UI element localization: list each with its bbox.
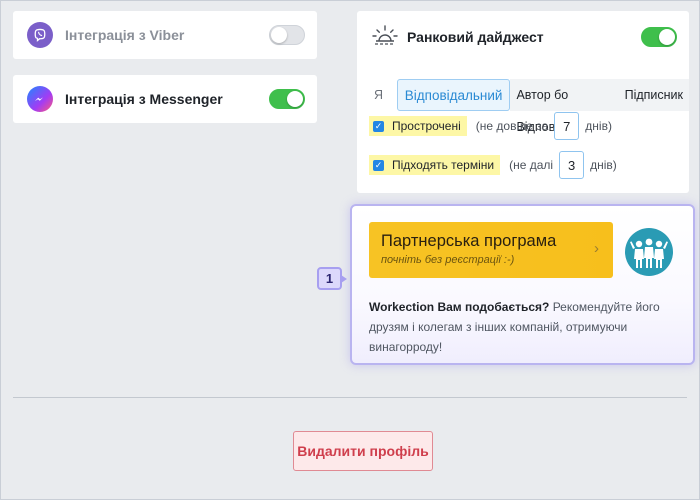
messenger-icon [27, 86, 53, 112]
friends-group-icon [625, 228, 673, 276]
step-marker-badge: 1 [317, 267, 347, 290]
role-option-author-or-responsible[interactable]: Автор бо Відпов. [510, 79, 619, 134]
overdue-label: Прострочені [392, 119, 461, 133]
sunrise-icon [371, 23, 399, 50]
overdue-prefix: (не довше за [475, 119, 549, 133]
settings-page: Інтеграція з Viber Інтеграція з Messenge… [0, 0, 700, 500]
viber-icon [27, 22, 53, 48]
partner-program-card: Партнерська програма почніть без реєстра… [350, 204, 695, 365]
role-selector: Я Відповідальний Автор бо Відпов. Підпис… [369, 79, 689, 134]
upcoming-checkbox[interactable]: ✓ Підходять терміни [369, 155, 501, 175]
overdue-checkbox[interactable]: ✓ Прострочені [369, 116, 467, 136]
messenger-integration-label: Інтеграція з Messenger [65, 91, 223, 107]
chevron-right-icon: › [594, 240, 599, 257]
overdue-suffix: днів) [585, 119, 612, 133]
upcoming-label: Підходять терміни [392, 158, 495, 172]
section-divider [13, 397, 687, 398]
viber-integration-label: Інтеграція з Viber [65, 27, 185, 43]
messenger-integration-card: Інтеграція з Messenger [13, 75, 317, 123]
check-icon: ✓ [373, 159, 384, 171]
upcoming-suffix: днів) [590, 158, 617, 172]
delete-profile-button[interactable]: Видалити профіль [293, 431, 433, 471]
role-option-me[interactable]: Я [369, 79, 397, 111]
upcoming-row: ✓ Підходять терміни (не далі 3 днів) [369, 151, 617, 179]
morning-digest-title: Ранковий дайджест [407, 28, 544, 45]
role-option-responsible[interactable]: Відповідальний [396, 79, 511, 111]
partner-program-subtitle: почніть без реєстрації :-) [381, 254, 515, 266]
overdue-row: ✓ Прострочені (не довше за 7 днів) [369, 112, 612, 140]
partner-program-button[interactable]: Партнерська програма почніть без реєстра… [369, 222, 613, 278]
role-option-subscriber[interactable]: Підписник [618, 79, 689, 111]
viber-integration-toggle[interactable] [269, 25, 305, 45]
overdue-days-input[interactable]: 7 [554, 112, 580, 140]
morning-digest-toggle[interactable] [641, 26, 677, 47]
messenger-integration-toggle[interactable] [269, 89, 305, 109]
upcoming-prefix: (не далі [509, 158, 554, 172]
partner-program-text: Workection Вам подобається? Рекомендуйте… [369, 297, 679, 357]
check-icon: ✓ [373, 120, 384, 132]
viber-integration-card: Інтеграція з Viber [13, 11, 317, 59]
upcoming-days-input[interactable]: 3 [559, 151, 585, 179]
partner-program-title: Партнерська програма [381, 232, 557, 250]
morning-digest-card: Ранковий дайджест Я Відповідальний Автор… [357, 11, 689, 193]
partner-question: Workection Вам подобається? [369, 300, 550, 314]
